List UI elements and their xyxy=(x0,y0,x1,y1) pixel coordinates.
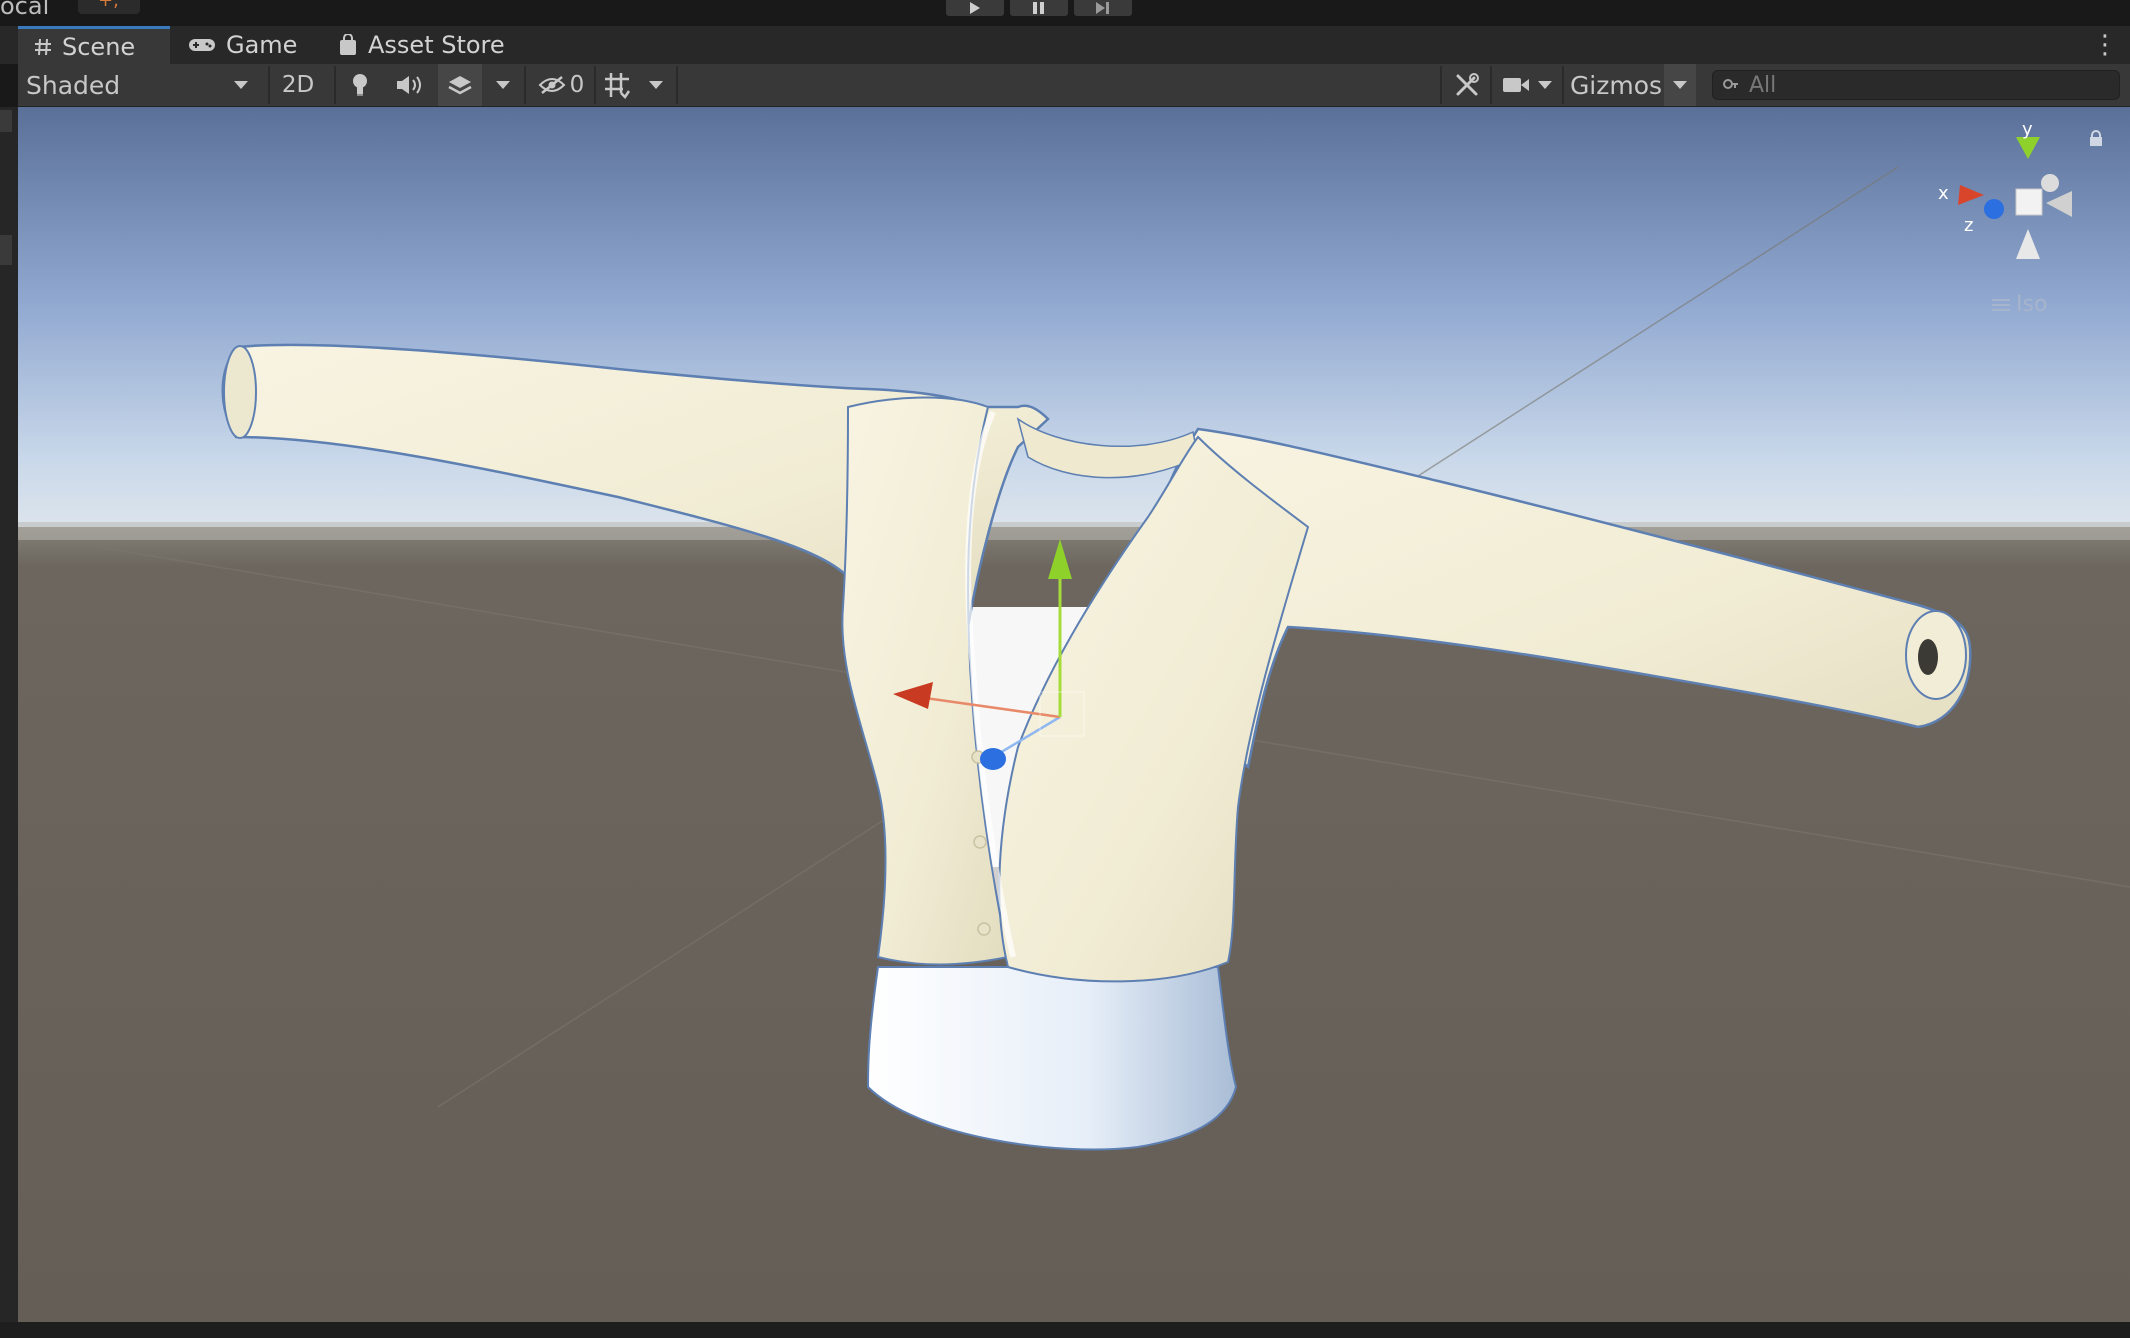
chevron-down-icon xyxy=(496,81,510,89)
hash-grid-icon xyxy=(35,38,51,55)
play-icon xyxy=(970,2,980,14)
step-button[interactable] xyxy=(1074,0,1132,16)
pause-icon xyxy=(1033,2,1044,14)
tab-scene[interactable]: Scene xyxy=(18,26,170,64)
toolbar-divider xyxy=(268,66,270,104)
projection-toggle[interactable]: Iso xyxy=(1992,292,2047,317)
play-button[interactable] xyxy=(946,0,1004,16)
audio-toggle-button[interactable] xyxy=(390,64,430,106)
2d-toggle-label: 2D xyxy=(281,72,315,98)
toolbar-divider xyxy=(334,66,336,104)
hidden-objects-toggle[interactable]: 0 xyxy=(530,64,592,106)
grid-toggle-button[interactable] xyxy=(600,64,634,106)
search-placeholder: All xyxy=(1749,72,1777,98)
chevron-down-icon xyxy=(1673,81,1687,89)
lightbulb-icon xyxy=(353,74,367,96)
toolbar-divider xyxy=(1490,66,1492,104)
axis-x-label: x xyxy=(1938,183,1949,204)
axis-y-label: y xyxy=(2022,123,2033,140)
projection-label: Iso xyxy=(2016,292,2048,317)
grid-dropdown-button[interactable] xyxy=(640,64,672,106)
panel-resize-handle[interactable] xyxy=(0,110,12,132)
camera-settings-button[interactable] xyxy=(1496,64,1558,106)
collab-button[interactable]: +, xyxy=(78,0,140,14)
lock-icon[interactable] xyxy=(2088,130,2104,146)
shading-mode-value: Shaded xyxy=(26,70,121,100)
collab-badge: +, xyxy=(98,0,119,11)
panel-resize-handle[interactable] xyxy=(0,235,12,265)
menu-bars-icon xyxy=(1992,298,2010,311)
chevron-down-icon xyxy=(649,81,663,89)
orientation-gizmo[interactable]: y x z xyxy=(1936,123,2086,273)
tab-asset-store[interactable]: Asset Store xyxy=(330,26,538,64)
2d-toggle-button[interactable]: 2D xyxy=(276,64,320,106)
gamepad-icon xyxy=(189,39,215,51)
tab-game[interactable]: Game xyxy=(180,26,328,64)
hidden-objects-count: 0 xyxy=(569,72,585,98)
scene-render xyxy=(18,107,2130,1322)
tools-icon xyxy=(1456,73,1479,96)
eye-slash-icon xyxy=(538,76,566,94)
scene-viewport[interactable]: y x z xyxy=(18,107,2130,1322)
gizmos-label: Gizmos xyxy=(1569,70,1663,100)
search-input[interactable]: All xyxy=(1712,70,2120,100)
axis-z-label: z xyxy=(1964,215,1973,236)
more-options-icon[interactable]: ⋮ xyxy=(2092,30,2118,60)
pause-button[interactable] xyxy=(1010,0,1068,16)
shopping-bag-icon xyxy=(340,34,356,55)
gizmos-button[interactable]: Gizmos xyxy=(1566,64,1666,106)
toolbar-divider xyxy=(1440,66,1442,104)
chevron-down-icon xyxy=(234,81,248,89)
grid-snap-icon xyxy=(605,73,631,99)
layers-effects-icon xyxy=(448,76,472,95)
effects-dropdown-button[interactable] xyxy=(488,64,518,106)
gizmos-dropdown-button[interactable] xyxy=(1664,64,1696,106)
window-title-fragment: ocal xyxy=(0,0,50,20)
left-panel-edge xyxy=(0,107,18,1322)
lighting-toggle-button[interactable] xyxy=(340,64,380,106)
tab-game-label: Game xyxy=(226,31,298,59)
tab-scene-label: Scene xyxy=(62,32,136,61)
toolbar-divider xyxy=(594,66,596,104)
speaker-icon xyxy=(397,76,421,94)
tools-button[interactable] xyxy=(1448,64,1486,106)
tab-asset-store-label: Asset Store xyxy=(368,31,505,59)
bottom-status-bar xyxy=(0,1322,2130,1338)
search-icon xyxy=(1723,79,1738,89)
toolbar-divider xyxy=(676,66,678,104)
effects-toggle-button[interactable] xyxy=(438,64,482,106)
step-icon xyxy=(1096,2,1109,14)
toolbar-divider xyxy=(1562,66,1564,104)
chevron-down-icon xyxy=(1538,81,1552,89)
toolbar-divider xyxy=(524,66,526,104)
shading-mode-dropdown[interactable]: Shaded xyxy=(18,64,256,106)
video-camera-icon xyxy=(1503,78,1529,92)
